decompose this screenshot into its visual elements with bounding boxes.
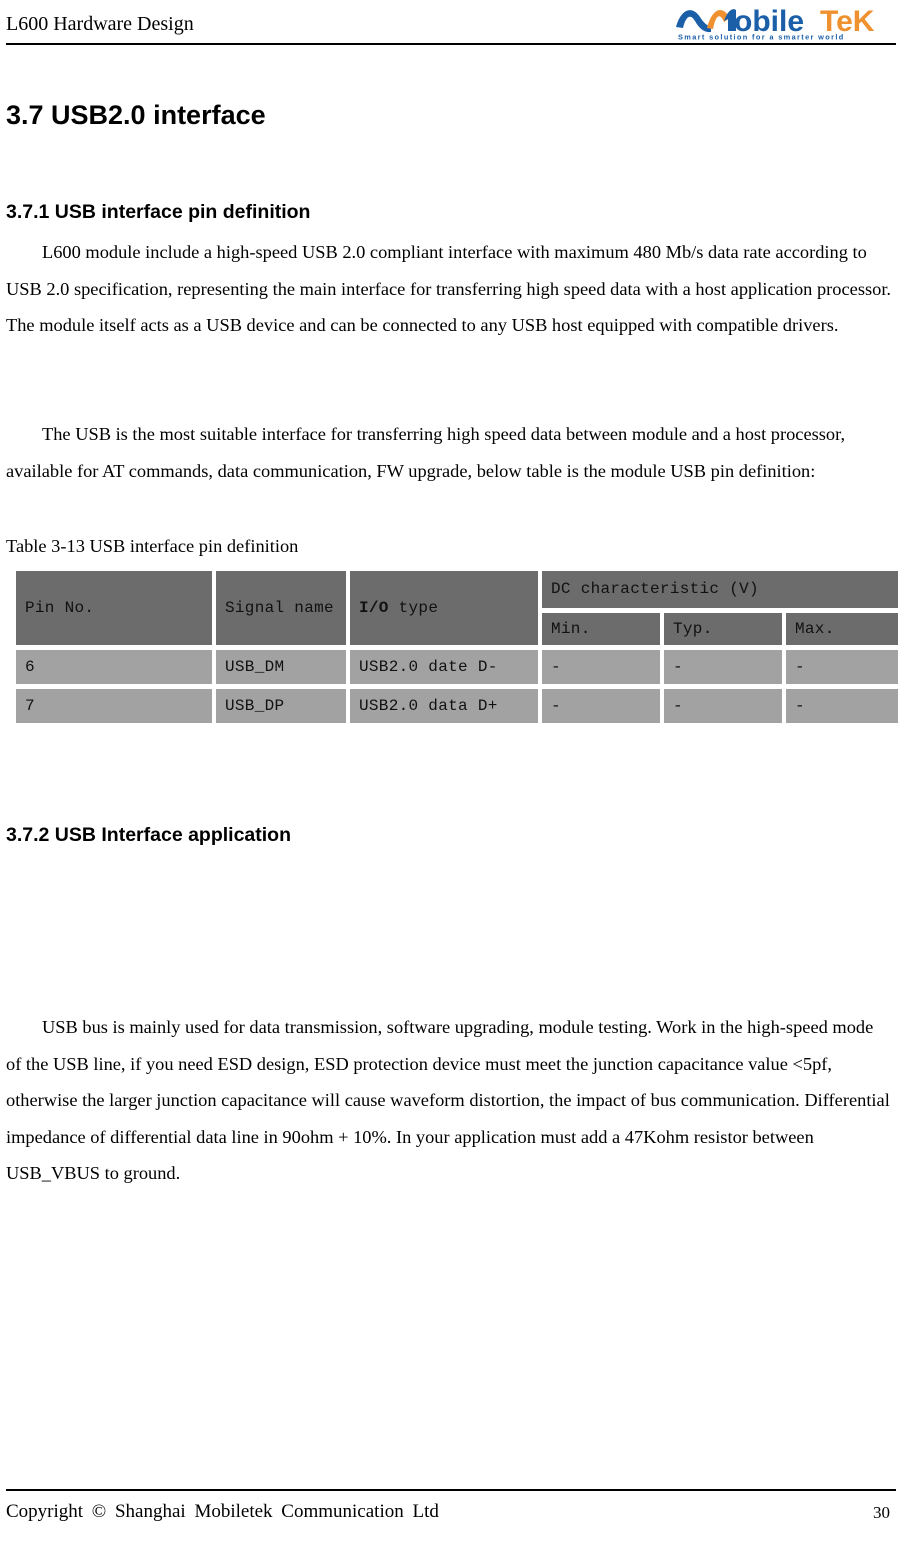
- table-header: Pin No. Signal name I/O type DC characte…: [16, 571, 899, 645]
- cell-pin-no: 7: [16, 689, 212, 723]
- table-header-row-1: Pin No. Signal name I/O type DC characte…: [16, 571, 899, 645]
- io-type-label-bold: I/O: [359, 599, 389, 617]
- paragraph-usb-application: USB bus is mainly used for data transmis…: [6, 1009, 892, 1192]
- column-header-typ: Typ.: [664, 612, 782, 645]
- mobiletek-logo-svg: obile TeK Smart solution for a smarter w…: [676, 5, 875, 42]
- paragraph-usb-overview: L600 module include a high-speed USB 2.0…: [6, 234, 892, 344]
- paragraph-usb-suitability: The USB is the most suitable interface f…: [6, 416, 892, 489]
- logo-wave-mark: [676, 10, 711, 33]
- column-header-dc-characteristic: DC characteristic (V): [542, 571, 899, 608]
- page-footer: Copyright © Shanghai Mobiletek Communica…: [0, 1483, 902, 1541]
- column-header-pin-no: Pin No.: [16, 571, 212, 645]
- paragraph-3-text: USB bus is mainly used for data transmis…: [6, 1017, 890, 1183]
- usb-pin-definition-table: Pin No. Signal name I/O type DC characte…: [12, 566, 902, 728]
- cell-max: -: [786, 689, 899, 723]
- table-body: 6 USB_DM USB2.0 date D- - - - 7 USB_DP U…: [16, 650, 899, 723]
- footer-copyright: Copyright © Shanghai Mobiletek Communica…: [6, 1501, 439, 1522]
- section-title-container: 3.7 USB2.0 interface: [6, 99, 266, 131]
- section-title: 3.7 USB2.0 interface: [6, 100, 266, 130]
- subsection-1-title-container: 3.7.1 USB interface pin definition: [6, 200, 310, 224]
- cell-signal-name: USB_DP: [216, 689, 346, 723]
- document-page: L600 Hardware Design obile TeK Smart sol…: [0, 0, 902, 1541]
- header-divider: [6, 43, 896, 45]
- column-header-signal-name: Signal name: [216, 571, 346, 645]
- table-row: 6 USB_DM USB2.0 date D- - - -: [16, 650, 899, 684]
- cell-io-type: USB2.0 data D+: [350, 689, 538, 723]
- page-header: L600 Hardware Design obile TeK Smart sol…: [0, 0, 902, 46]
- cell-min: -: [542, 689, 660, 723]
- mobiletek-logo: obile TeK Smart solution for a smarter w…: [674, 1, 896, 41]
- paragraph-2-text: The USB is the most suitable interface f…: [6, 424, 846, 481]
- io-type-label-rest: type: [388, 599, 439, 617]
- cell-typ: -: [664, 689, 782, 723]
- cell-min: -: [542, 650, 660, 684]
- subsection-2-title-container: 3.7.2 USB Interface application: [6, 823, 291, 847]
- cell-typ: -: [664, 650, 782, 684]
- logo-tagline: Smart solution for a smarter world: [678, 33, 845, 42]
- pin-table-container: Pin No. Signal name I/O type DC characte…: [16, 571, 899, 723]
- column-header-max: Max.: [786, 612, 899, 645]
- cell-io-type: USB2.0 date D-: [350, 650, 538, 684]
- footer-divider: [6, 1489, 896, 1491]
- subsection-1-title: 3.7.1 USB interface pin definition: [6, 201, 311, 223]
- paragraph-1-text: L600 module include a high-speed USB 2.0…: [6, 242, 892, 335]
- header-document-title: L600 Hardware Design: [6, 13, 194, 35]
- cell-max: -: [786, 650, 899, 684]
- column-header-min: Min.: [542, 612, 660, 645]
- footer-page-number: 30: [873, 1503, 890, 1522]
- table-row: 7 USB_DP USB2.0 data D+ - - -: [16, 689, 899, 723]
- subsection-2-title: 3.7.2 USB Interface application: [6, 824, 292, 846]
- table-caption: Table 3-13 USB interface pin definition: [6, 536, 299, 556]
- cell-pin-no: 6: [16, 650, 212, 684]
- column-header-io-type: I/O type: [350, 571, 538, 645]
- cell-signal-name: USB_DM: [216, 650, 346, 684]
